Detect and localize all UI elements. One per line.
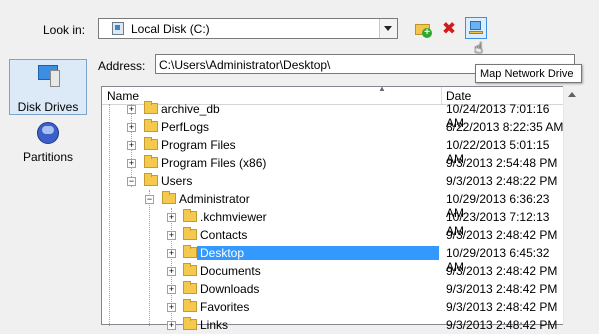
row-name: Administrator [179, 192, 250, 206]
folder-icon [183, 227, 197, 240]
disk-drives-icon [36, 65, 62, 87]
tree-row[interactable]: + Documents 9/3/2013 2:48:42 PM [102, 262, 566, 280]
new-folder-icon[interactable]: + [414, 20, 432, 38]
tree-row[interactable]: + Favorites 9/3/2013 2:48:42 PM [102, 298, 566, 316]
row-name: .kchmviewer [200, 210, 267, 224]
tree-row[interactable]: − Users 9/3/2013 2:48:22 PM [102, 172, 566, 190]
tree-row[interactable]: + Program Files 10/22/2013 5:01:15 AM [102, 136, 566, 166]
row-date: 9/3/2013 2:54:48 PM [446, 156, 558, 170]
row-name: Users [161, 174, 193, 188]
expand-icon[interactable]: + [167, 267, 176, 276]
address-value: C:\Users\Administrator\Desktop\ [159, 58, 331, 72]
chevron-down-icon[interactable] [379, 19, 397, 38]
expand-icon[interactable]: + [167, 321, 176, 330]
folder-icon [183, 209, 197, 222]
nav-disk-drives[interactable]: Disk Drives [9, 59, 87, 115]
folder-icon [183, 299, 197, 312]
expand-icon[interactable]: + [127, 159, 136, 168]
row-date: 8/22/2013 8:22:35 AM [446, 120, 564, 134]
row-date: 9/3/2013 2:48:42 PM [446, 318, 558, 332]
folder-icon [144, 155, 158, 168]
row-name: Favorites [200, 300, 250, 314]
collapse-icon[interactable]: − [127, 177, 136, 186]
folder-icon [144, 137, 158, 150]
expand-icon[interactable]: + [127, 141, 136, 150]
row-date: 9/3/2013 2:48:42 PM [446, 282, 558, 296]
expand-icon[interactable]: + [167, 303, 176, 312]
folder-icon [144, 119, 158, 132]
sort-arrow-icon: ▲ [378, 84, 386, 93]
tree-row[interactable]: + archive_db 10/24/2013 7:01:16 AM [102, 100, 566, 130]
vertical-scrollbar[interactable] [563, 86, 581, 325]
row-name: Links [200, 318, 229, 332]
expand-icon[interactable]: + [127, 123, 136, 132]
nav-partitions-label: Partitions [22, 150, 74, 164]
nav-disk-drives-label: Disk Drives [17, 100, 79, 114]
tree-row[interactable]: + PerfLogs 8/22/2013 8:22:35 AM [102, 118, 566, 136]
partitions-icon [37, 122, 59, 144]
tree-row-selected[interactable]: + Desktop 10/29/2013 6:45:32 AM [102, 244, 566, 274]
folder-icon [162, 191, 176, 204]
collapse-icon[interactable]: − [145, 195, 154, 204]
nav-partitions[interactable]: Partitions [9, 119, 87, 164]
row-name: Desktop [197, 246, 439, 260]
row-name: PerfLogs [161, 120, 210, 134]
expand-icon[interactable]: + [167, 249, 176, 258]
tree-row[interactable]: + Program Files (x86) 9/3/2013 2:54:48 P… [102, 154, 566, 172]
map-network-drive-icon[interactable] [465, 17, 487, 39]
row-name: Program Files (x86) [161, 156, 267, 170]
expand-icon[interactable]: + [127, 105, 136, 114]
folder-icon [183, 263, 197, 276]
tooltip-text: Map Network Drive [480, 68, 574, 80]
expand-icon[interactable]: + [167, 285, 176, 294]
look-in-dropdown[interactable]: Local Disk (C:) [98, 18, 398, 39]
local-disk-icon [112, 22, 124, 35]
tree-row[interactable]: + Contacts 9/3/2013 2:48:42 PM [102, 226, 566, 244]
scroll-up-icon[interactable] [564, 86, 581, 103]
left-nav-panel: Disk Drives Partitions [0, 55, 88, 325]
folder-icon [144, 101, 158, 114]
row-name: Documents [200, 264, 261, 278]
expand-icon[interactable]: + [167, 231, 176, 240]
tree-row[interactable]: + .kchmviewer 10/23/2013 7:12:13 AM [102, 208, 566, 238]
expand-icon[interactable]: + [167, 213, 176, 222]
row-date: 9/3/2013 2:48:42 PM [446, 300, 558, 314]
folder-icon [183, 245, 197, 258]
look-in-label: Look in: [43, 23, 86, 37]
folder-tree[interactable]: Name ▲ Date + archive_db 10/24/2013 7:01… [101, 84, 566, 332]
row-date: 9/3/2013 2:48:22 PM [446, 174, 558, 188]
tree-row[interactable]: + Links 9/3/2013 2:48:42 PM [102, 316, 566, 334]
tree-row[interactable]: + Downloads 9/3/2013 2:48:42 PM [102, 280, 566, 298]
row-name: Program Files [161, 138, 236, 152]
row-name: archive_db [161, 102, 220, 116]
delete-icon[interactable]: ✖ [440, 20, 458, 38]
address-label: Address: [98, 59, 146, 73]
row-name: Downloads [200, 282, 260, 296]
row-date: 9/3/2013 2:48:42 PM [446, 228, 558, 242]
row-date: 9/3/2013 2:48:42 PM [446, 264, 558, 278]
tree-row[interactable]: − Administrator 10/29/2013 6:36:23 AM [102, 190, 566, 220]
row-name: Contacts [200, 228, 248, 242]
look-in-value: Local Disk (C:) [131, 22, 210, 36]
folder-icon [183, 281, 197, 294]
tooltip: Map Network Drive [475, 64, 582, 83]
folder-icon [144, 173, 158, 186]
